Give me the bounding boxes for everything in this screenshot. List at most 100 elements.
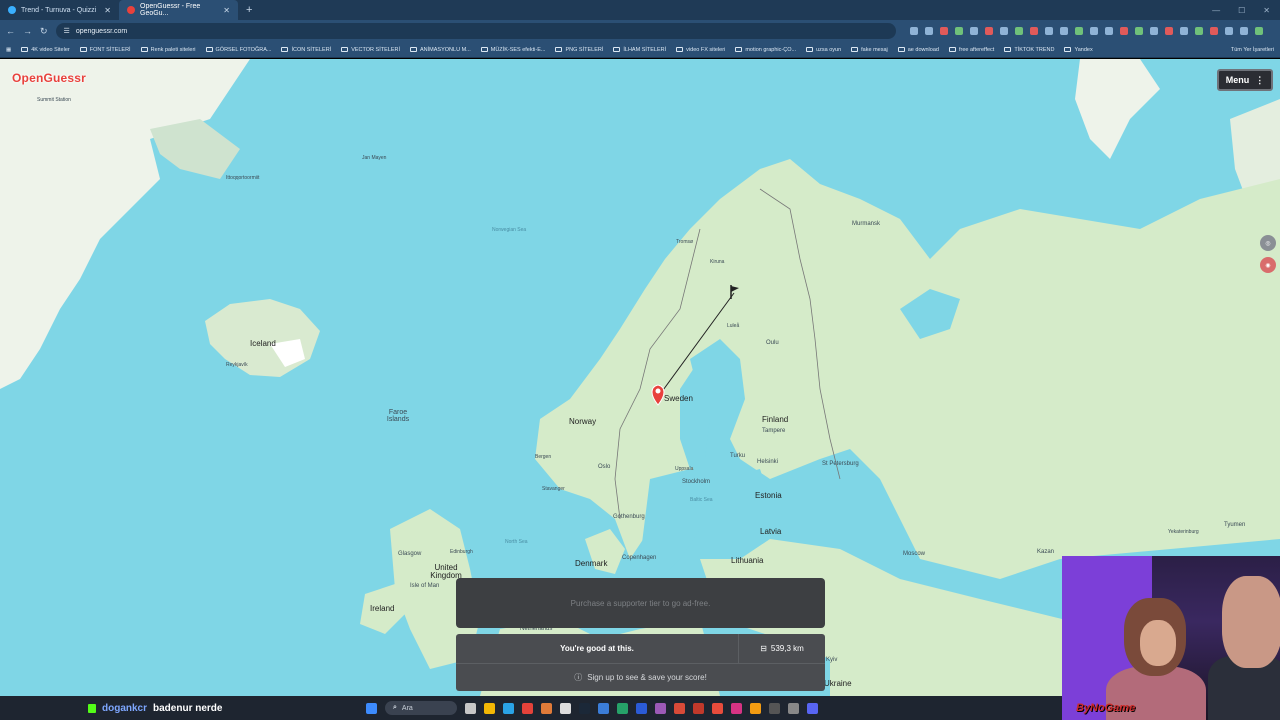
- tab-title: Trend - Turnuva - Quizzi: [21, 6, 97, 14]
- extension-icon[interactable]: [1254, 27, 1263, 35]
- bookmark-item[interactable]: motion graphic-ÇO...: [735, 47, 796, 53]
- bookmark-item[interactable]: GÖRSEL FOTOĞRA...: [205, 47, 271, 53]
- apps-icon[interactable]: ▦: [6, 47, 11, 53]
- bookmark-item[interactable]: fake mesaj: [851, 47, 888, 53]
- signup-button[interactable]: ⓘ Sign up to see & save your score!: [456, 664, 825, 691]
- instagram-icon[interactable]: [731, 702, 742, 714]
- folder-icon: [1064, 47, 1072, 52]
- extension-icon[interactable]: [1209, 27, 1218, 35]
- extension-icon[interactable]: [1044, 27, 1053, 35]
- bookmark-item[interactable]: PNG SİTELERİ: [555, 47, 603, 53]
- tab-trend[interactable]: Trend - Turnuva - Quizzi ✕: [0, 0, 119, 20]
- bookmark-item[interactable]: uzsa oyun: [806, 47, 841, 53]
- extension-icon[interactable]: [1119, 27, 1128, 35]
- file-explorer-icon[interactable]: [484, 702, 495, 714]
- new-tab-icon[interactable]: +: [238, 4, 260, 16]
- bookmark-item[interactable]: İCON SİTELERİ: [281, 47, 331, 53]
- minimize-icon[interactable]: —: [1212, 6, 1220, 15]
- taskbar-icons: ⌕ Ara: [366, 701, 818, 715]
- bookmark-item[interactable]: 4K video Siteler: [21, 47, 70, 53]
- close-tab-icon[interactable]: ✕: [104, 6, 111, 15]
- reload-icon[interactable]: ↻: [40, 26, 48, 37]
- edge-icon[interactable]: [503, 702, 514, 714]
- ad-banner[interactable]: Purchase a supporter tier to go ad-free.: [456, 578, 825, 628]
- taskbar-search[interactable]: ⌕ Ara: [385, 701, 457, 715]
- bookmark-item[interactable]: Yandex: [1064, 47, 1093, 53]
- bookmark-item[interactable]: ae download: [897, 47, 939, 53]
- bookmark-label: TİKTOK TREND: [1014, 46, 1055, 53]
- bookmarks-bar: ▦ 4K video Siteler FONT SİTELERİ Renk pale…: [0, 42, 1280, 58]
- premiere-icon[interactable]: [655, 702, 666, 714]
- close-tab-icon[interactable]: ✕: [223, 6, 230, 15]
- windows-start-icon[interactable]: [366, 702, 377, 714]
- extension-icon[interactable]: [1014, 27, 1023, 35]
- close-window-icon[interactable]: ✕: [1263, 6, 1270, 15]
- map-label: Lithuania: [731, 556, 764, 565]
- extension-icon[interactable]: [909, 27, 918, 35]
- layers-icon: ◎: [1265, 240, 1271, 247]
- extension-icon[interactable]: [1149, 27, 1158, 35]
- bookmark-item[interactable]: İLHAM SİTELERİ: [613, 47, 666, 53]
- bookmark-item[interactable]: VECTOR SİTELERİ: [341, 47, 400, 53]
- extension-icon[interactable]: [1029, 27, 1038, 35]
- map-side-button[interactable]: ◉: [1260, 257, 1276, 273]
- extension-icon[interactable]: [954, 27, 963, 35]
- menu-button[interactable]: Menu ⋮: [1217, 69, 1273, 91]
- word-icon[interactable]: [636, 702, 647, 714]
- extension-icon[interactable]: [939, 27, 948, 35]
- task-view-icon[interactable]: [465, 702, 476, 714]
- extension-icon[interactable]: [924, 27, 933, 35]
- folder-icon: [897, 47, 905, 52]
- excel-icon[interactable]: [617, 702, 628, 714]
- bookmark-item[interactable]: FONT SİTELERİ: [79, 47, 131, 53]
- extension-icon[interactable]: [969, 27, 978, 35]
- bookmark-item[interactable]: MÜZİK-SES efekti-E...: [480, 47, 545, 53]
- notepad-icon[interactable]: [560, 702, 571, 714]
- extension-icon[interactable]: [1059, 27, 1068, 35]
- channel-watermark: ByNoGame: [1076, 702, 1136, 714]
- extension-icons: [909, 27, 1263, 35]
- extension-icon[interactable]: [999, 27, 1008, 35]
- discord-icon[interactable]: [807, 702, 818, 714]
- map-side-button[interactable]: ◎: [1260, 235, 1276, 251]
- window-controls: — ☐ ✕: [1212, 6, 1280, 15]
- extension-icon[interactable]: [984, 27, 993, 35]
- url-input[interactable]: ☰ openguessr.com: [55, 23, 896, 39]
- tab-openguessr[interactable]: OpenGuessr - Free GeoGu... ✕: [119, 0, 238, 20]
- app-icon[interactable]: [693, 702, 704, 714]
- notion-icon[interactable]: [769, 702, 780, 714]
- vscode-icon[interactable]: [598, 702, 609, 714]
- kick-icon: [88, 703, 96, 713]
- extension-icon[interactable]: [1104, 27, 1113, 35]
- extension-icon[interactable]: [1089, 27, 1098, 35]
- bookmark-item[interactable]: TİKTOK TREND: [1004, 47, 1054, 53]
- opera-icon[interactable]: [541, 702, 552, 714]
- chat-username: dogankcr: [102, 702, 148, 714]
- openguessr-logo[interactable]: OpenGuessr: [12, 71, 86, 85]
- url-text: openguessr.com: [75, 27, 128, 35]
- all-bookmarks-button[interactable]: Tüm Yer İşaretleri: [1231, 47, 1274, 53]
- extension-icon[interactable]: [1134, 27, 1143, 35]
- site-info-icon[interactable]: ☰: [64, 27, 70, 35]
- maximize-icon[interactable]: ☐: [1238, 6, 1245, 15]
- map-label: Sweden: [664, 394, 693, 403]
- bookmark-item[interactable]: ANİMASYONLU M...: [410, 47, 471, 53]
- bookmark-label: Renk paleti siteleri: [150, 46, 196, 53]
- powerpoint-icon[interactable]: [674, 702, 685, 714]
- search-app-icon[interactable]: [750, 702, 761, 714]
- extension-icon[interactable]: [1239, 27, 1248, 35]
- bookmark-item[interactable]: free aftereffect: [948, 47, 994, 53]
- youtube-icon[interactable]: [712, 702, 723, 714]
- bookmark-item[interactable]: Renk paleti siteleri: [140, 46, 196, 53]
- settings-icon[interactable]: [788, 702, 799, 714]
- forward-icon[interactable]: →: [23, 26, 32, 36]
- extension-icon[interactable]: [1194, 27, 1203, 35]
- steam-icon[interactable]: [579, 702, 590, 714]
- extension-icon[interactable]: [1074, 27, 1083, 35]
- bookmark-item[interactable]: video FX siteleri: [676, 47, 725, 53]
- extension-icon[interactable]: [1224, 27, 1233, 35]
- extension-icon[interactable]: [1179, 27, 1188, 35]
- chrome-icon[interactable]: [522, 702, 533, 714]
- extension-icon[interactable]: [1164, 27, 1173, 35]
- back-icon[interactable]: ←: [6, 26, 15, 36]
